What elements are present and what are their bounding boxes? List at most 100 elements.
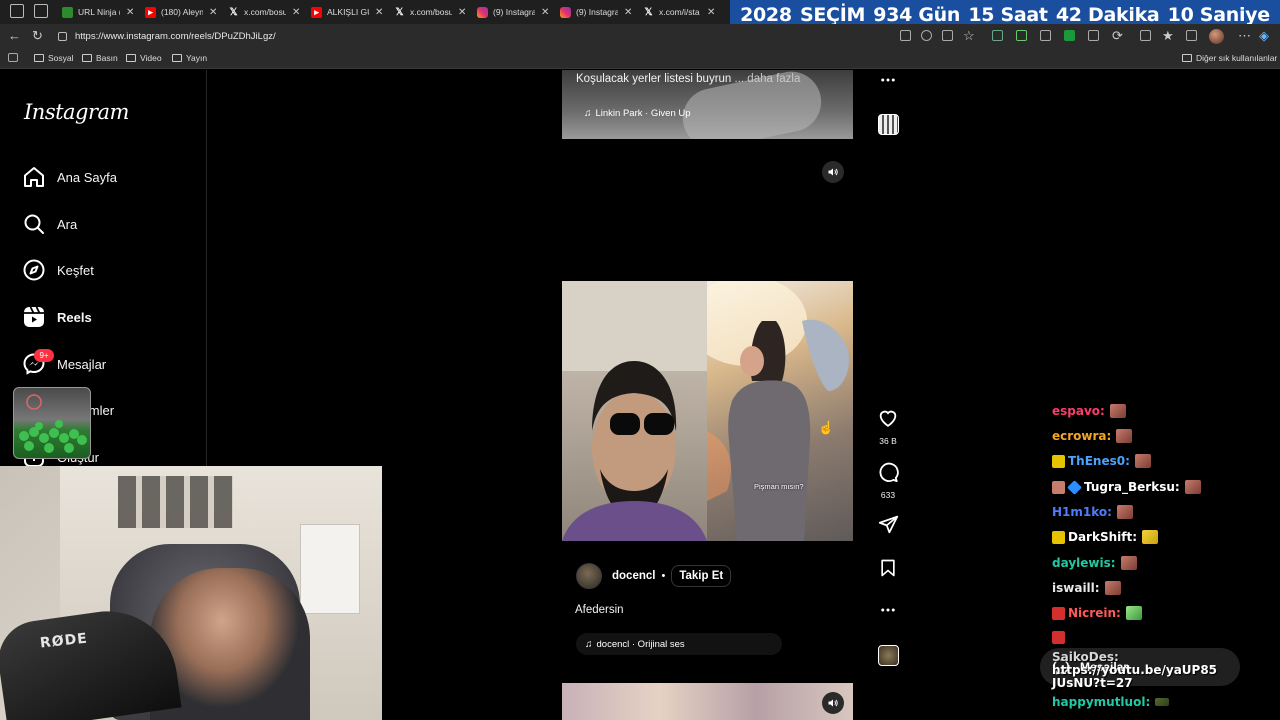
nav-home[interactable]: Ana Sayfa xyxy=(22,165,117,189)
instagram-logo[interactable]: Instagram xyxy=(24,100,129,124)
search-icon xyxy=(22,212,46,236)
puzzle-extensions-icon[interactable] xyxy=(1140,30,1151,41)
tab-url-ninja[interactable]: URL Ninja (( ✕ xyxy=(62,2,134,22)
chat-username: SaikoDes: xyxy=(1052,650,1119,664)
x-icon: 𝕏 xyxy=(229,6,238,18)
extension-icon[interactable] xyxy=(992,30,1003,41)
like-button[interactable]: 36 B xyxy=(876,407,900,446)
chat-link-text[interactable]: https://youtu.be/yaUP85 xyxy=(1052,663,1217,677)
favorite-star-icon[interactable]: ☆ xyxy=(963,29,975,42)
address-bar-row: ← ↻ https://www.instagram.com/reels/DPuZ… xyxy=(0,24,1280,48)
url-field[interactable]: https://www.instagram.com/reels/DPuZDhJi… xyxy=(52,27,892,45)
video-left-panel xyxy=(562,281,707,541)
shield-icon[interactable] xyxy=(1186,30,1197,41)
tab-actions-icon[interactable] xyxy=(34,4,48,18)
extension-icon[interactable] xyxy=(1088,30,1099,41)
bookmark-folder-sosyal[interactable]: Sosyal xyxy=(34,53,74,63)
bookmark-label: Yayın xyxy=(186,53,208,63)
read-aloud-icon[interactable] xyxy=(942,30,953,41)
reading-list-icon[interactable] xyxy=(8,53,18,62)
close-tab-icon[interactable]: ✕ xyxy=(126,7,134,18)
close-tab-icon[interactable]: ✕ xyxy=(292,7,300,18)
collections-icon[interactable]: ★ xyxy=(1162,29,1174,42)
zoom-icon[interactable] xyxy=(921,30,932,41)
previous-reel-music[interactable]: ♫ Linkin Park · Given Up xyxy=(584,108,691,119)
comment-icon xyxy=(879,462,899,483)
tab-youtube[interactable]: ▸ (180) Aleyn ✕ xyxy=(145,2,217,22)
close-tab-icon[interactable]: ✕ xyxy=(624,7,632,18)
chat-badge-icon xyxy=(1052,631,1065,644)
bookmark-folder-yayin[interactable]: Yayın xyxy=(172,53,207,63)
bookmark-label: Video xyxy=(140,53,162,63)
reload-icon[interactable]: ↻ xyxy=(32,29,43,42)
workspaces-icon[interactable] xyxy=(10,4,24,18)
previous-reel-caption: Koşulacak yerler listesi buyrun ... daha… xyxy=(576,73,800,85)
audio-thumbnail[interactable] xyxy=(878,114,899,135)
extension-icon[interactable] xyxy=(1016,30,1027,41)
nav-reels[interactable]: Reels xyxy=(22,305,92,329)
bookmark-label: Basın xyxy=(96,53,118,63)
bookmark-folder-video[interactable]: Video xyxy=(126,53,162,63)
chat-link-text[interactable]: JUsNU?t=27 xyxy=(1052,676,1133,690)
chat-username: H1m1ko: xyxy=(1052,505,1112,519)
author-username[interactable]: docencl xyxy=(612,570,655,582)
extension-icon[interactable] xyxy=(1064,30,1075,41)
close-tab-icon[interactable]: ✕ xyxy=(707,7,715,18)
chat-emote-icon xyxy=(1125,606,1142,620)
author-avatar[interactable] xyxy=(576,563,602,589)
next-reel-video[interactable] xyxy=(562,683,853,720)
chat-username: DarkShift: xyxy=(1068,530,1138,544)
chat-username: Tugra_Berksu: xyxy=(1084,480,1180,494)
save-button[interactable] xyxy=(876,558,900,583)
tab-title: x.com/bosu xyxy=(244,7,286,17)
nav-explore[interactable]: Keşfet xyxy=(22,258,94,282)
more-menu-icon[interactable]: ⋯ xyxy=(1238,29,1251,42)
mouse-cursor: ☝ xyxy=(818,420,835,435)
comment-count: 633 xyxy=(880,490,896,500)
other-bookmarks[interactable]: Diğer sık kullanılanlar xyxy=(1182,53,1277,63)
follow-button[interactable]: Takip Et xyxy=(671,565,732,587)
tab-x[interactable]: 𝕏 x.com/i/sta ✕ xyxy=(643,2,715,22)
chat-username: happymutluol: xyxy=(1052,695,1151,709)
chat-badge-icon xyxy=(1067,479,1082,495)
extension-icon[interactable] xyxy=(1040,30,1051,41)
reel-video[interactable]: Pişman mısın? xyxy=(562,281,853,541)
more-horizontal-icon xyxy=(881,78,895,82)
tab-instagram[interactable]: (9) Instagra ✕ xyxy=(477,2,549,22)
bookmark-folder-basin[interactable]: Basın xyxy=(82,53,118,63)
close-tab-icon[interactable]: ✕ xyxy=(209,7,217,18)
app-available-icon[interactable] xyxy=(900,30,911,41)
tab-title: x.com/bosu xyxy=(410,7,452,17)
chat-username: ecrowra: xyxy=(1052,429,1112,443)
site-info-icon[interactable] xyxy=(58,31,67,41)
close-tab-icon[interactable]: ✕ xyxy=(541,7,549,18)
back-icon[interactable]: ← xyxy=(8,29,21,42)
x-icon: 𝕏 xyxy=(395,6,404,18)
more-link[interactable]: ... daha fazla xyxy=(735,73,801,85)
chat-username: daylewis: xyxy=(1052,556,1116,570)
more-options-button[interactable] xyxy=(876,71,900,94)
chat-username: ThEnes0: xyxy=(1068,454,1130,468)
chat-message: Tugra_Berksu: xyxy=(1052,479,1201,495)
nav-label: Reels xyxy=(57,309,92,325)
refresh-extension-icon[interactable]: ⟳ xyxy=(1112,29,1123,42)
close-tab-icon[interactable]: ✕ xyxy=(458,7,466,18)
mute-toggle-button[interactable] xyxy=(822,692,844,714)
share-button[interactable] xyxy=(876,514,900,540)
webcam-overlay: RØDE xyxy=(0,466,382,720)
audio-thumbnail[interactable] xyxy=(878,645,899,666)
chat-emote-icon xyxy=(1155,698,1170,706)
tab-youtube[interactable]: ▸ ALKIŞLI GÜ ✕ xyxy=(311,2,383,22)
copilot-icon[interactable]: ◈ xyxy=(1259,29,1269,42)
profile-avatar[interactable] xyxy=(1209,29,1224,44)
more-horizontal-icon xyxy=(881,608,895,612)
tab-x[interactable]: 𝕏 x.com/bosu ✕ xyxy=(228,2,300,22)
close-tab-icon[interactable]: ✕ xyxy=(375,7,383,18)
tab-instagram-active[interactable]: (9) Instagra ✕ xyxy=(560,2,632,22)
comment-button[interactable]: 633 xyxy=(876,461,900,500)
reel-audio-link[interactable]: ♫ docencl · Orijinal ses xyxy=(576,633,782,655)
mute-toggle-button[interactable] xyxy=(822,161,844,183)
nav-search[interactable]: Ara xyxy=(22,212,77,236)
tab-x[interactable]: 𝕏 x.com/bosu ✕ xyxy=(394,2,466,22)
more-options-button[interactable] xyxy=(876,601,900,624)
